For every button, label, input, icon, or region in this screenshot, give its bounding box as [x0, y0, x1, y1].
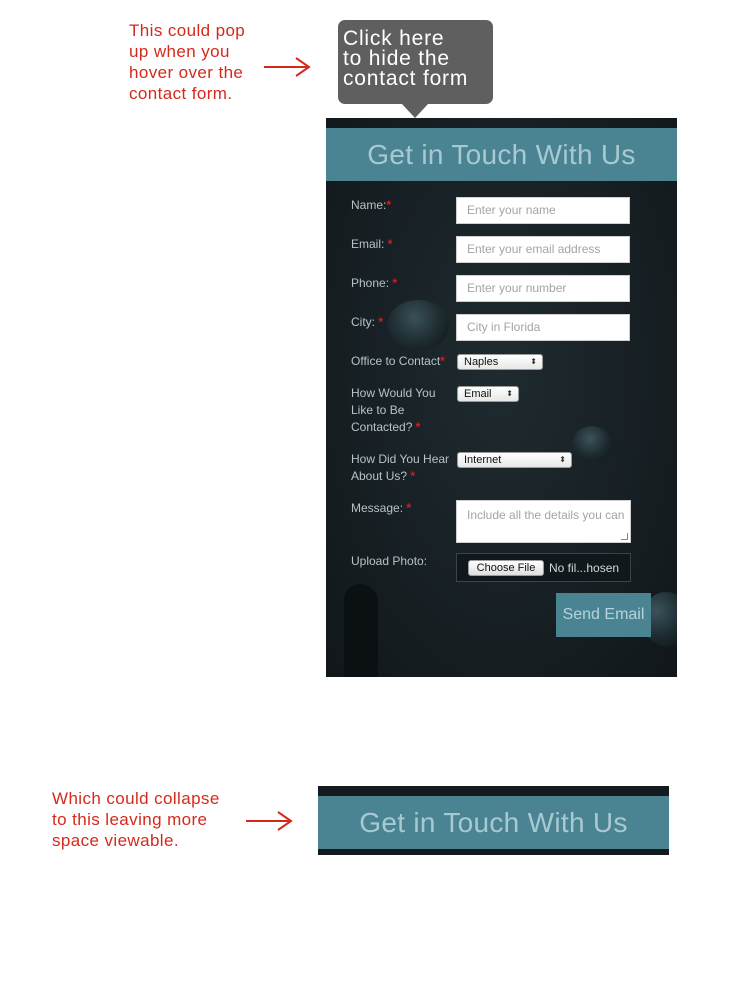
required-marker: *	[387, 237, 393, 251]
referral-select-value: Internet	[464, 454, 502, 466]
upload-status: No fil...hosen	[549, 561, 620, 575]
required-marker: *	[406, 501, 412, 515]
annotation-note-popup: This could pop up when you hover over th…	[129, 21, 246, 103]
photo-upload-field: Choose File No fil...hosen	[456, 553, 631, 582]
form-title-bar[interactable]: Get in Touch With Us	[326, 128, 677, 181]
name-label-text: Name:	[351, 198, 387, 212]
select-arrows-icon: ⬍	[506, 389, 513, 398]
email-label-text: Email:	[351, 237, 388, 251]
phone-label: Phone: *	[351, 275, 456, 292]
collapsed-contact-form: Get in Touch With Us	[318, 786, 669, 855]
required-marker: *	[440, 354, 445, 368]
message-label-text: Message:	[351, 501, 407, 515]
office-select[interactable]: Naples ⬍	[457, 354, 543, 370]
office-label-text: Office to Contact	[351, 354, 441, 368]
email-input[interactable]: Enter your email address	[456, 236, 630, 263]
contact-method-label: How Would You Like to Be Contacted? *	[351, 385, 456, 436]
select-arrows-icon: ⬍	[559, 455, 566, 464]
upload-label: Upload Photo:	[351, 554, 428, 568]
city-label: City: *	[351, 314, 456, 331]
message-textarea[interactable]: Include all the details you can	[456, 500, 631, 543]
name-label: Name:*	[351, 197, 456, 214]
referral-label: How Did You Hear About Us? *	[351, 451, 461, 485]
required-marker: *	[386, 198, 392, 212]
hide-form-tooltip[interactable]: Click here to hide the contact form	[338, 20, 493, 104]
name-input[interactable]: Enter your name	[456, 197, 630, 224]
office-label: Office to Contact*	[351, 353, 461, 370]
required-marker: *	[392, 276, 398, 290]
contact-method-select[interactable]: Email ⬍	[457, 386, 519, 402]
required-marker: *	[415, 420, 421, 434]
resize-grip-icon[interactable]	[621, 533, 628, 540]
water-drop-decoration	[572, 426, 612, 462]
office-select-value: Naples	[464, 356, 499, 368]
message-label: Message: *	[351, 500, 456, 517]
annotation-note-collapse: Which could collapse to this leaving mor…	[52, 789, 220, 850]
tooltip-pointer	[402, 104, 428, 118]
phone-input[interactable]: Enter your number	[456, 275, 630, 302]
city-label-text: City:	[351, 315, 379, 329]
send-email-button[interactable]: Send Email	[556, 593, 651, 637]
water-streak-decoration	[344, 584, 378, 677]
contact-form-panel: Get in Touch With Us Name:* Enter your n…	[326, 118, 677, 677]
select-arrows-icon: ⬍	[530, 357, 537, 366]
message-placeholder: Include all the details you can	[467, 508, 625, 522]
collapsed-form-title-bar[interactable]: Get in Touch With Us	[318, 796, 669, 849]
referral-select[interactable]: Internet ⬍	[457, 452, 572, 468]
right-arrow-icon	[264, 57, 311, 77]
right-arrow-icon	[246, 811, 293, 831]
choose-file-button[interactable]: Choose File	[468, 560, 544, 576]
required-marker: *	[410, 469, 416, 483]
referral-label-text: How Did You Hear About Us?	[351, 452, 450, 483]
contact-method-select-value: Email	[464, 388, 492, 400]
required-marker: *	[378, 315, 384, 329]
city-input[interactable]: City in Florida	[456, 314, 630, 341]
phone-label-text: Phone:	[351, 276, 393, 290]
contact-method-label-text: How Would You Like to Be Contacted?	[351, 386, 436, 434]
email-label: Email: *	[351, 236, 456, 253]
